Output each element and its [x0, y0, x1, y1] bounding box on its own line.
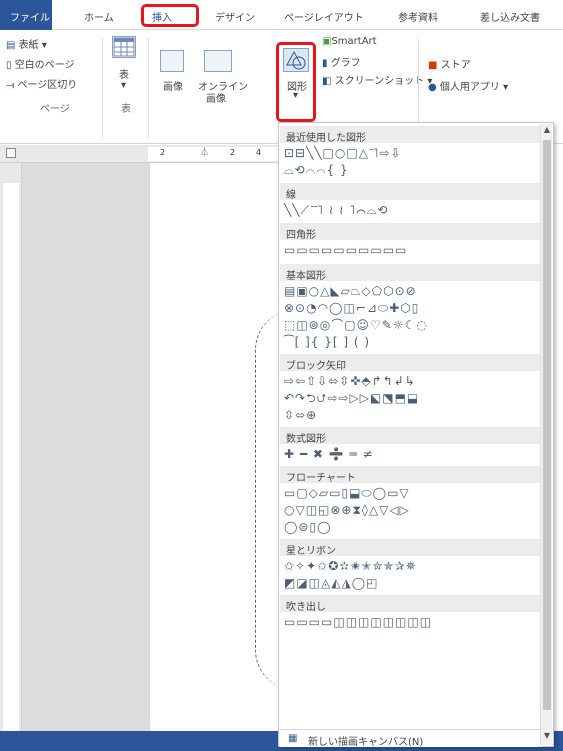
cover-page-button[interactable]: ▤ 表紙 ▾	[6, 36, 47, 51]
store-button[interactable]: ■ ストア	[428, 56, 471, 71]
category-recent-shapes: 最近使用した図形	[280, 126, 541, 144]
category-lines: 線	[280, 183, 541, 201]
canvas-icon: ▦	[288, 733, 298, 744]
tab-design[interactable]: デザイン	[215, 9, 255, 24]
new-drawing-canvas-item[interactable]: ▦ 新しい描画キャンバス(N)	[280, 729, 542, 748]
shape-row-basic[interactable]: ⁀[ ]{ }[ ] ( )	[284, 334, 542, 351]
smartart-label: SmartArt	[331, 36, 377, 47]
smartart-button[interactable]: ▣SmartArt	[322, 36, 377, 47]
picture-icon	[160, 50, 184, 72]
apps-icon: ●	[428, 82, 440, 93]
category-callouts: 吹き出し	[280, 595, 541, 613]
shape-row-rectangles[interactable]: ▭▭▭▭▭▭▭▭▭▭	[284, 242, 542, 259]
scroll-down-arrow-icon[interactable]: ▼	[541, 731, 553, 744]
category-flowchart: フローチャート	[280, 466, 541, 484]
my-apps-label: 個人用アプリ ▾	[439, 82, 509, 93]
screenshot-icon: ◧	[322, 76, 335, 87]
online-picture-icon	[204, 50, 232, 72]
chart-label: グラフ	[330, 58, 361, 69]
shape-row-block-arrows[interactable]: ↶↷⮌⮍⇨⇨▷▷⬕⬔⬒⬓	[284, 390, 542, 407]
category-rectangles: 四角形	[280, 223, 541, 241]
shape-row-basic[interactable]: ⬚◫⊚◎⌒▢☺♡✎☼☾◌	[284, 317, 542, 334]
gallery-scrollbar[interactable]: ▲ ▼	[540, 124, 552, 745]
shape-row-flowchart[interactable]: ◯⊜▯◯	[284, 519, 542, 536]
shape-row-flowchart[interactable]: ▭▢◇▱▭▯⬓⬭◯▭▽	[284, 485, 542, 502]
cover-page-label: 表紙 ▾	[18, 40, 47, 51]
ruler-white-area	[3, 183, 19, 731]
page-break-button[interactable]: ⟞ ページ区切り	[6, 76, 77, 91]
page-break-label: ページ区切り	[17, 80, 78, 91]
tab-references[interactable]: 参考資料	[398, 9, 438, 24]
ruler-tick: 2	[230, 148, 236, 157]
blank-page-icon: ▯	[6, 60, 15, 71]
page-break-icon: ⟞	[6, 80, 18, 91]
horizontal-ruler[interactable]: 2 2 4 ⏃	[0, 145, 280, 163]
tab-home[interactable]: ホーム	[84, 9, 114, 24]
document-area[interactable]	[22, 163, 280, 731]
blank-page-button[interactable]: ▯ 空白のページ	[6, 56, 75, 71]
tab-page-layout[interactable]: ページレイアウト	[284, 9, 364, 24]
group-pages-label: ページ	[40, 104, 70, 115]
chart-icon: ▮	[322, 58, 331, 69]
category-block-arrows: ブロック矢印	[280, 354, 541, 372]
new-drawing-canvas-label: 新しい描画キャンバス(N)	[308, 737, 424, 748]
tab-selector-icon[interactable]	[6, 148, 16, 158]
my-apps-button[interactable]: ● 個人用アプリ ▾	[428, 78, 508, 93]
category-basic-shapes: 基本図形	[280, 264, 541, 282]
shapes-gallery[interactable]: 最近使用した図形 ⊡⊟╲╲□○□△˥˥⇨⇩ ⌓⟲⌒⌒{ } 線 ╲╲⟋˥˥˥ ≀…	[278, 122, 554, 748]
table-icon	[112, 36, 136, 58]
shape-row-recent[interactable]: ⌓⟲⌒⌒{ }	[284, 162, 542, 179]
shape-row-block-arrows[interactable]: ⇳⬄⊕	[284, 407, 542, 424]
table-button[interactable]: 表	[119, 66, 129, 81]
ruler-tick: 4	[256, 148, 262, 157]
shape-row-callouts[interactable]: ▭▭▭▭◫◫◫◫◫◫◫◫	[284, 614, 542, 631]
category-stars-banners: 星とリボン	[280, 539, 541, 557]
scrollbar-thumb[interactable]	[543, 140, 551, 710]
tab-file[interactable]: ファイル	[0, 0, 52, 30]
chart-button[interactable]: ▮ グラフ	[322, 54, 361, 69]
store-label: ストア	[440, 60, 471, 71]
insert-tab-highlight	[141, 4, 199, 27]
online-picture-label-2: 画像	[206, 94, 226, 105]
table-dropdown-arrow[interactable]: ▾	[121, 80, 126, 91]
shapes-icon	[283, 48, 309, 72]
shape-row-stars[interactable]: ✩✧✦✩✪✫✬✭✮✯✰✵	[284, 558, 542, 575]
indent-marker-icon[interactable]: ⏃	[200, 145, 209, 158]
picture-button[interactable]: 画像	[163, 78, 183, 93]
group-separator	[148, 38, 149, 138]
group-separator	[102, 38, 103, 138]
shape-row-basic[interactable]: ⊗⊙◔◠◯◫⌐⊿⬭✚⬡▯	[284, 300, 542, 317]
group-table-label: 表	[121, 104, 131, 115]
shape-row-stars[interactable]: ◩◪◫◬◭◮◯◰	[284, 575, 542, 592]
cover-icon: ▤	[6, 40, 19, 51]
shape-row-equation[interactable]: ✚ ━ ✖ ➗ ═ ≠	[284, 446, 542, 463]
shape-row-lines[interactable]: ╲╲⟋˥˥˥ ≀ ≀ ˥⌒⌓⟲	[284, 202, 542, 219]
vertical-ruler[interactable]	[0, 163, 22, 731]
blank-page-label: 空白のページ	[14, 60, 75, 71]
shapes-dropdown-arrow[interactable]: ▾	[293, 90, 298, 101]
shape-row-flowchart[interactable]: ○▽◫◱⊗⊕⧗◊△▽◁▷	[284, 502, 542, 519]
shape-row-basic[interactable]: ▤▣○△◣▱⏢◇⬠⬡⊙⊘	[284, 283, 542, 300]
store-icon: ■	[428, 60, 441, 71]
ruler-tick: 2	[160, 148, 166, 157]
screenshot-button[interactable]: ◧ スクリーンショット ▾	[322, 72, 432, 87]
shape-row-block-arrows[interactable]: ⇨⇦⇧⇩⬄⇳✜⬘↱↰↲↳	[284, 373, 542, 390]
category-equation-shapes: 数式図形	[280, 427, 541, 445]
tab-mailings[interactable]: 差し込み文書	[480, 9, 540, 24]
ribbon-tab-bar: ファイル ホーム 挿入 デザイン ページレイアウト 参考資料 差し込み文書	[0, 0, 563, 30]
shape-row-recent[interactable]: ⊡⊟╲╲□○□△˥˥⇨⇩	[284, 145, 542, 162]
scroll-up-arrow-icon[interactable]: ▲	[541, 125, 553, 138]
